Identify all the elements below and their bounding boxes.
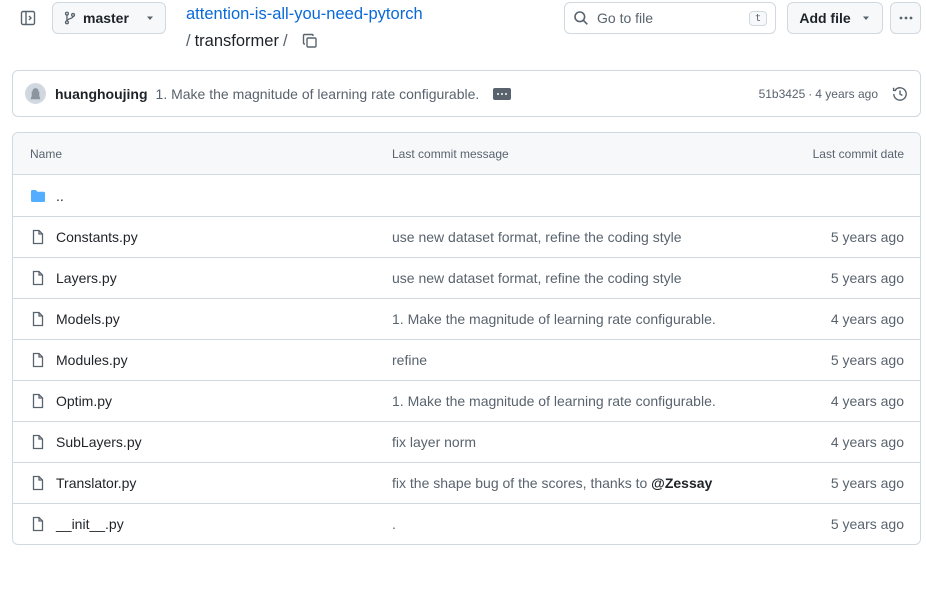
file-commit-message[interactable]: fix layer norm	[392, 434, 790, 450]
table-row[interactable]: __init__.py . 5 years ago	[13, 503, 920, 544]
keyboard-shortcut-hint: t	[748, 10, 767, 26]
file-icon	[30, 434, 46, 450]
table-row[interactable]: Modules.py refine 5 years ago	[13, 339, 920, 380]
commit-message-text[interactable]: 1. Make the magnitude of learning rate c…	[392, 393, 716, 409]
file-name-link[interactable]: Constants.py	[56, 229, 138, 245]
sidebar-toggle-button[interactable]	[16, 6, 40, 30]
branch-selector-button[interactable]: master	[52, 2, 166, 34]
header-name: Name	[30, 146, 63, 161]
file-icon	[30, 270, 46, 286]
table-row[interactable]: Models.py 1. Make the magnitude of learn…	[13, 298, 920, 339]
commit-age: 4 years ago	[815, 86, 878, 101]
file-table: Name Last commit message Last commit dat…	[12, 132, 921, 545]
table-row[interactable]: Optim.py 1. Make the magnitude of learni…	[13, 380, 920, 421]
commit-message-text[interactable]: refine	[392, 352, 427, 368]
branch-name: master	[83, 10, 129, 26]
user-mention-link[interactable]: @Zessay	[651, 475, 712, 491]
commit-message-text[interactable]: .	[392, 516, 396, 532]
triangle-down-icon	[862, 16, 869, 20]
file-name-link[interactable]: Layers.py	[56, 270, 117, 286]
path-separator: /	[186, 31, 191, 50]
repo-link[interactable]: attention-is-all-you-need-pytorch	[186, 5, 423, 24]
path-separator: /	[282, 31, 288, 50]
go-to-file-input[interactable]	[597, 10, 741, 26]
table-header: Name Last commit message Last commit dat…	[13, 133, 920, 175]
commit-message-text[interactable]: 1. Make the magnitude of learning rate c…	[392, 311, 716, 327]
file-name-link[interactable]: Models.py	[56, 311, 120, 327]
parent-directory-link[interactable]: ..	[56, 188, 64, 204]
file-commit-date: 5 years ago	[830, 475, 904, 491]
file-name-link[interactable]: Translator.py	[56, 475, 136, 491]
table-row[interactable]: Translator.py fix the shape bug of the s…	[13, 462, 920, 503]
file-name-link[interactable]: SubLayers.py	[56, 434, 142, 450]
file-commit-date: 5 years ago	[830, 352, 904, 368]
file-icon	[30, 475, 46, 491]
breadcrumb: / transformer /	[186, 31, 320, 51]
git-branch-icon	[64, 11, 76, 25]
file-name-link[interactable]: __init__.py	[56, 516, 124, 532]
file-commit-message[interactable]: use new dataset format, refine the codin…	[392, 270, 790, 286]
table-row[interactable]: Constants.py use new dataset format, ref…	[13, 216, 920, 257]
table-row[interactable]: SubLayers.py fix layer norm 4 years ago	[13, 421, 920, 462]
file-icon	[30, 352, 46, 368]
copy-path-button[interactable]	[300, 31, 320, 51]
file-name-link[interactable]: Modules.py	[56, 352, 128, 368]
file-commit-date: 5 years ago	[830, 229, 904, 245]
avatar[interactable]	[25, 83, 46, 104]
file-commit-message[interactable]: 1. Make the magnitude of learning rate c…	[392, 393, 790, 409]
file-commit-date: 5 years ago	[830, 516, 904, 532]
file-icon	[30, 311, 46, 327]
table-row[interactable]: Layers.py use new dataset format, refine…	[13, 257, 920, 298]
file-commit-date: 4 years ago	[830, 311, 904, 327]
file-commit-date: 4 years ago	[830, 434, 904, 450]
file-icon	[30, 229, 46, 245]
file-commit-message[interactable]: fix the shape bug of the scores, thanks …	[392, 475, 790, 491]
commit-author[interactable]: huanghoujing	[55, 86, 148, 102]
file-icon	[30, 393, 46, 409]
file-commit-message[interactable]: refine	[392, 352, 790, 368]
header-message: Last commit message	[392, 146, 509, 161]
file-commit-message[interactable]: 1. Make the magnitude of learning rate c…	[392, 311, 790, 327]
latest-commit-bar: huanghoujing 1. Make the magnitude of le…	[12, 70, 921, 117]
history-button[interactable]	[892, 86, 908, 102]
header-date: Last commit date	[812, 146, 904, 161]
expand-commit-message-button[interactable]	[493, 87, 512, 100]
commit-message-text[interactable]: fix the shape bug of the scores, thanks …	[392, 475, 651, 491]
more-options-button[interactable]	[890, 2, 921, 34]
kebab-horizontal-icon	[899, 16, 912, 20]
commit-message-text[interactable]: fix layer norm	[392, 434, 476, 450]
commit-message-text[interactable]: use new dataset format, refine the codin…	[392, 270, 682, 286]
commit-message[interactable]: 1. Make the magnitude of learning rate c…	[156, 86, 480, 102]
triangle-down-icon	[147, 16, 153, 20]
folder-icon	[30, 188, 46, 204]
search-icon	[574, 11, 588, 25]
file-commit-date: 4 years ago	[830, 393, 904, 409]
add-file-label: Add file	[799, 10, 851, 26]
commit-meta-dot: ·	[808, 86, 813, 101]
file-commit-date: 5 years ago	[830, 270, 904, 286]
user-avatar-icon	[26, 84, 45, 103]
parent-directory-row[interactable]: ..	[13, 175, 920, 216]
commit-message-text[interactable]: use new dataset format, refine the codin…	[392, 229, 682, 245]
file-commit-message[interactable]: use new dataset format, refine the codin…	[392, 229, 790, 245]
history-icon	[892, 86, 907, 101]
add-file-button[interactable]: Add file	[787, 2, 883, 34]
current-directory: transformer	[194, 31, 279, 50]
commit-meta: 51b3425 · 4 years ago	[759, 87, 878, 101]
commit-sha[interactable]: 51b3425	[759, 87, 806, 101]
file-commit-message[interactable]: .	[392, 516, 790, 532]
file-icon	[30, 516, 46, 532]
sidebar-expand-icon	[20, 10, 36, 26]
file-name-link[interactable]: Optim.py	[56, 393, 112, 409]
go-to-file-search[interactable]: t	[564, 2, 776, 34]
copy-icon	[302, 33, 317, 48]
